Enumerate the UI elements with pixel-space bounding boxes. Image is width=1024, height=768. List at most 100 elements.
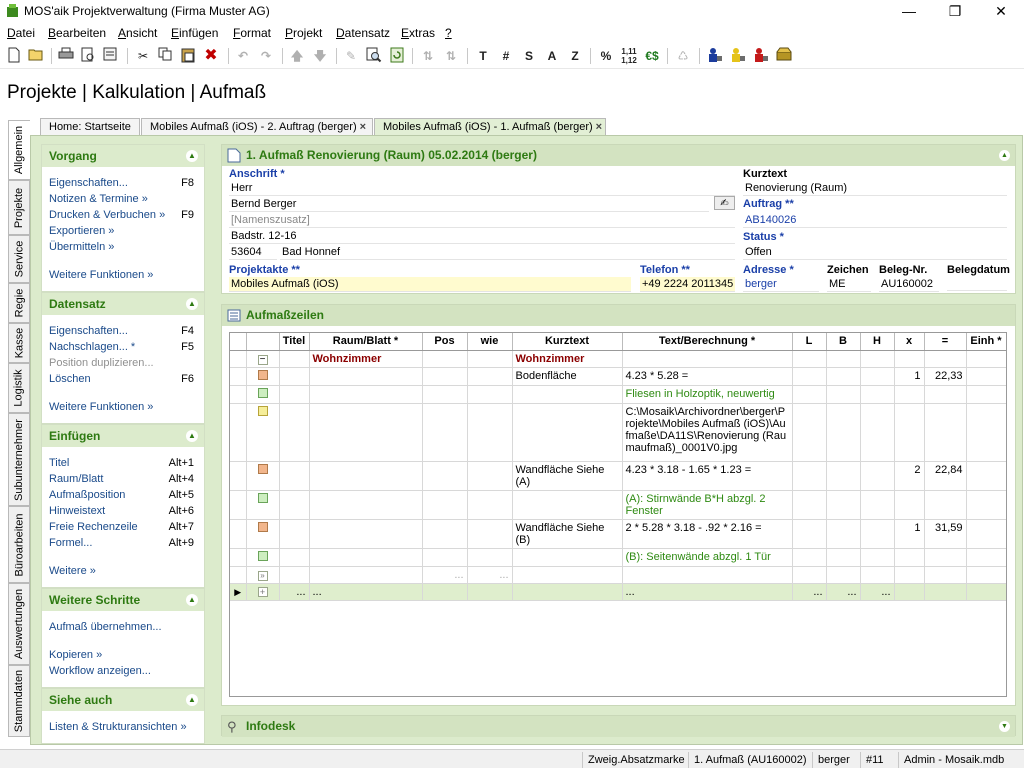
table-row[interactable]: (B): Seitenwände abzgl. 1 Tür: [230, 548, 1006, 567]
insert-position-icon[interactable]: #: [497, 47, 515, 65]
insert-z-icon[interactable]: Z: [566, 47, 584, 65]
col-header-text[interactable]: Text/Berechnung *: [622, 333, 793, 351]
menu-projekt[interactable]: Projekt: [285, 26, 322, 40]
tab-bueroarbeiten[interactable]: Büroarbeiten: [8, 506, 30, 583]
sort-ascending-icon[interactable]: ⇅: [419, 47, 437, 65]
text-cell[interactable]: Fliesen in Holzoptik, neuwertig: [622, 385, 793, 404]
menu-datensatz[interactable]: Datensatz: [336, 26, 390, 40]
panel-header[interactable]: Vorgang ▲: [42, 145, 204, 167]
belegdatum-field[interactable]: [947, 277, 1007, 291]
user-blue-icon[interactable]: [706, 47, 724, 65]
action-listen[interactable]: Listen & Strukturansichten »: [42, 719, 204, 735]
col-header-kurztext[interactable]: Kurztext: [512, 333, 623, 351]
kurztext-cell[interactable]: Wohnzimmer: [512, 350, 623, 368]
col-header-b[interactable]: B: [826, 333, 861, 351]
name-field[interactable]: Bernd Berger: [229, 197, 709, 212]
tab-stammdaten[interactable]: Stammdaten: [8, 665, 30, 737]
action-insert-aufmassposition[interactable]: Aufmaßposition Alt+5: [42, 487, 204, 503]
action-exportieren[interactable]: Exportieren »: [42, 223, 204, 239]
properties-icon[interactable]: [101, 47, 119, 65]
projektakte-field[interactable]: Mobiles Aufmaß (iOS): [229, 277, 631, 292]
col-header-einheit[interactable]: Einh *: [966, 333, 1006, 351]
action-kopieren[interactable]: Kopieren »: [42, 647, 204, 663]
table-row[interactable]: − Wohnzimmer Wohnzimmer: [230, 350, 1006, 368]
text-cell[interactable]: (A): Stirnwände B*H abzgl. 2 Fenster: [622, 490, 793, 520]
text-cell[interactable]: 2 * 5.28 * 3.18 - .92 * 2.16 =: [622, 519, 793, 549]
tab-regie[interactable]: Regie: [8, 283, 30, 323]
open-folder-icon[interactable]: [27, 47, 45, 65]
tab-subunternehmer[interactable]: Subunternehmer: [8, 413, 30, 506]
raum-cell[interactable]: Wohnzimmer: [309, 350, 423, 368]
anrede-field[interactable]: Herr: [229, 181, 735, 196]
expand-row-icon[interactable]: »: [257, 570, 268, 581]
collapse-icon[interactable]: ▲: [186, 150, 198, 162]
text-cell[interactable]: 4.23 * 5.28 =: [622, 367, 793, 386]
collapse-icon[interactable]: ▲: [186, 694, 198, 706]
close-tab-icon[interactable]: ×: [596, 121, 602, 133]
expand-icon[interactable]: ▼: [999, 721, 1010, 732]
new-entry-row[interactable]: ▶ + ... ... ... ... ... ...: [230, 583, 1006, 601]
tab-auswertungen[interactable]: Auswertungen: [8, 583, 30, 665]
collapse-row-icon[interactable]: −: [257, 354, 268, 365]
collapse-icon[interactable]: ▲: [999, 150, 1010, 161]
action-position-duplizieren[interactable]: Position duplizieren...: [42, 355, 204, 371]
col-header-titel[interactable]: Titel: [279, 333, 310, 351]
text-cell[interactable]: C:\Mosaik\Archivordner\berger\Projekte\M…: [622, 403, 793, 462]
action-insert-formel[interactable]: Formel... Alt+9: [42, 535, 204, 551]
menu-extras[interactable]: Extras: [401, 26, 435, 40]
new-document-icon[interactable]: [5, 47, 23, 65]
tab-allgemein[interactable]: Allgemein: [8, 120, 30, 180]
sort-descending-icon[interactable]: ⇅: [442, 47, 460, 65]
tab-kasse[interactable]: Kasse: [8, 323, 30, 363]
kurztext-cell[interactable]: Wandfläche Siehe (B): [512, 519, 623, 549]
action-workflow[interactable]: Workflow anzeigen...: [42, 663, 204, 679]
delete-icon[interactable]: ✖: [202, 47, 220, 65]
cut-icon[interactable]: ✂: [134, 47, 152, 65]
undo-icon[interactable]: ↶: [234, 47, 252, 65]
strasse-field[interactable]: Badstr. 12-16: [229, 229, 735, 244]
infodesk-bar[interactable]: ⚲ Infodesk ▼: [221, 715, 1016, 737]
namenszusatz-field[interactable]: [Namenszusatz]: [229, 213, 735, 228]
move-down-icon[interactable]: 🡇: [311, 47, 329, 65]
ort-field[interactable]: Bad Honnef: [280, 245, 735, 260]
text-cell[interactable]: 4.23 * 3.18 - 1.65 * 1.23 =: [622, 461, 793, 491]
move-up-icon[interactable]: 🡅: [288, 47, 306, 65]
panel-header[interactable]: Siehe auch ▲: [42, 689, 204, 711]
menu-einfuegen[interactable]: Einfügen: [171, 26, 218, 40]
col-header-h[interactable]: H: [860, 333, 895, 351]
menu-help[interactable]: ?: [445, 26, 452, 40]
action-aufmass-uebernehmen[interactable]: Aufmaß übernehmen...: [42, 619, 204, 635]
open-box-icon[interactable]: [775, 47, 793, 65]
belegnr-field[interactable]: AU160002: [879, 277, 939, 292]
insert-a-icon[interactable]: A: [543, 47, 561, 65]
doc-tab-home[interactable]: Home: Startseite: [40, 118, 140, 136]
x-cell[interactable]: 1: [894, 367, 925, 386]
tab-projekte[interactable]: Projekte: [8, 180, 30, 235]
kurztext-cell[interactable]: Bodenfläche: [512, 367, 623, 386]
tab-service[interactable]: Service: [8, 235, 30, 283]
decimal-places-icon[interactable]: 1,11 1,12: [620, 47, 638, 65]
adresse-field[interactable]: berger: [743, 277, 819, 292]
kurztext-field[interactable]: Renovierung (Raum): [743, 181, 1007, 196]
table-row[interactable]: (A): Stirnwände B*H abzgl. 2 Fenster: [230, 490, 1006, 520]
table-row[interactable]: Bodenfläche 4.23 * 5.28 = 1 22,33: [230, 367, 1006, 386]
menu-format[interactable]: Format: [233, 26, 271, 40]
action-weitere[interactable]: Weitere »: [42, 563, 204, 579]
panel-header[interactable]: Weitere Schritte ▲: [42, 589, 204, 611]
action-weitere-funktionen[interactable]: Weitere Funktionen »: [42, 399, 204, 415]
menu-datei[interactable]: Datei: [7, 26, 35, 40]
col-header-x[interactable]: x: [894, 333, 925, 351]
collapse-icon[interactable]: ▲: [186, 594, 198, 606]
table-row[interactable]: Fliesen in Holzoptik, neuwertig: [230, 385, 1006, 404]
panel-header[interactable]: Einfügen ▲: [42, 425, 204, 447]
status-field[interactable]: Offen: [743, 245, 1007, 260]
action-eigenschaften[interactable]: Eigenschaften... F8: [42, 175, 204, 191]
refresh-icon[interactable]: [388, 47, 406, 65]
doc-tab-aufmass[interactable]: Mobiles Aufmaß (iOS) - 1. Aufmaß (berger…: [374, 118, 606, 136]
card-header[interactable]: ⚲ Infodesk ▼: [222, 716, 1015, 737]
action-insert-hinweistext[interactable]: Hinweistext Alt+6: [42, 503, 204, 519]
x-cell[interactable]: 2: [894, 461, 925, 491]
tab-logistik[interactable]: Logistik: [8, 363, 30, 413]
table-row[interactable]: C:\Mosaik\Archivordner\berger\Projekte\M…: [230, 403, 1006, 462]
paste-icon[interactable]: [179, 47, 197, 65]
